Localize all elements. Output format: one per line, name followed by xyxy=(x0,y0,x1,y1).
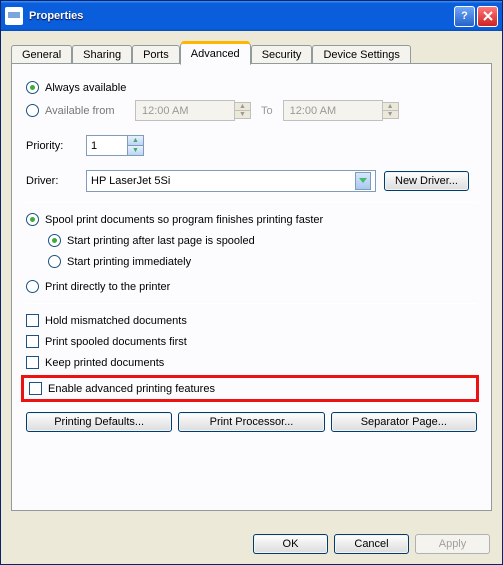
start-after-last-label: Start printing after last page is spoole… xyxy=(67,235,255,247)
highlight-enable-advanced: Enable advanced printing features xyxy=(21,375,479,402)
enable-advanced-row[interactable]: Enable advanced printing features xyxy=(29,382,471,395)
always-available-label: Always available xyxy=(45,82,126,94)
availability-always-row[interactable]: Always available xyxy=(26,81,477,94)
driver-value: HP LaserJet 5Si xyxy=(91,175,170,187)
tab-sharing[interactable]: Sharing xyxy=(72,45,132,64)
to-label: To xyxy=(261,105,273,117)
tab-device-settings[interactable]: Device Settings xyxy=(312,45,410,64)
driver-label: Driver: xyxy=(26,175,86,187)
separator-page-button[interactable]: Separator Page... xyxy=(331,412,477,432)
spool-label: Spool print documents so program finishe… xyxy=(45,214,323,226)
start-immediately-row[interactable]: Start printing immediately xyxy=(48,255,477,268)
radio-start-after-last[interactable] xyxy=(48,234,61,247)
tab-strip: General Sharing Ports Advanced Security … xyxy=(11,39,492,63)
spool-row[interactable]: Spool print documents so program finishe… xyxy=(26,213,477,226)
checkbox-hold-mismatched[interactable] xyxy=(26,314,39,327)
keep-printed-label: Keep printed documents xyxy=(45,357,164,369)
priority-input[interactable] xyxy=(87,136,127,155)
print-processor-button[interactable]: Print Processor... xyxy=(178,412,324,432)
priority-up[interactable]: ▲ xyxy=(127,136,143,146)
priority-label: Priority: xyxy=(26,140,86,152)
printer-icon xyxy=(5,7,23,25)
time-from-spinner: ▲▼ xyxy=(235,102,251,119)
tab-general[interactable]: General xyxy=(11,45,72,64)
start-after-last-row[interactable]: Start printing after last page is spoole… xyxy=(48,234,477,247)
help-button[interactable]: ? xyxy=(454,6,475,27)
priority-spinner[interactable]: ▲▼ xyxy=(86,135,144,156)
bottom-button-row: Printing Defaults... Print Processor... … xyxy=(26,412,477,432)
print-spooled-first-row[interactable]: Print spooled documents first xyxy=(26,335,477,348)
properties-dialog: Properties ? General Sharing Ports Advan… xyxy=(0,0,503,565)
printing-defaults-button[interactable]: Printing Defaults... xyxy=(26,412,172,432)
hold-mismatched-row[interactable]: Hold mismatched documents xyxy=(26,314,477,327)
tab-ports[interactable]: Ports xyxy=(132,45,180,64)
advanced-panel: Always available Available from 12:00 AM… xyxy=(11,63,492,511)
radio-available-from[interactable] xyxy=(26,104,39,117)
new-driver-button[interactable]: New Driver... xyxy=(384,171,469,191)
chevron-down-icon xyxy=(355,172,371,190)
priority-down[interactable]: ▼ xyxy=(127,146,143,155)
dialog-button-row: OK Cancel Apply xyxy=(253,534,490,554)
driver-select[interactable]: HP LaserJet 5Si xyxy=(86,170,376,192)
radio-start-immediately[interactable] xyxy=(48,255,61,268)
checkbox-keep-printed[interactable] xyxy=(26,356,39,369)
checkbox-print-spooled-first[interactable] xyxy=(26,335,39,348)
hold-mismatched-label: Hold mismatched documents xyxy=(45,315,187,327)
print-direct-label: Print directly to the printer xyxy=(45,281,170,293)
titlebar[interactable]: Properties ? xyxy=(1,1,502,31)
enable-advanced-label: Enable advanced printing features xyxy=(48,383,215,395)
keep-printed-row[interactable]: Keep printed documents xyxy=(26,356,477,369)
checkbox-enable-advanced[interactable] xyxy=(29,382,42,395)
radio-spool[interactable] xyxy=(26,213,39,226)
time-from-field: 12:00 AM xyxy=(135,100,235,121)
radio-print-direct[interactable] xyxy=(26,280,39,293)
start-immediately-label: Start printing immediately xyxy=(67,256,191,268)
ok-button[interactable]: OK xyxy=(253,534,328,554)
tab-security[interactable]: Security xyxy=(251,45,313,64)
apply-button: Apply xyxy=(415,534,490,554)
time-to-spinner: ▲▼ xyxy=(383,102,399,119)
available-from-label: Available from xyxy=(45,105,135,117)
tab-advanced[interactable]: Advanced xyxy=(180,43,251,65)
print-direct-row[interactable]: Print directly to the printer xyxy=(26,280,477,293)
print-spooled-first-label: Print spooled documents first xyxy=(45,336,187,348)
availability-from-row[interactable]: Available from 12:00 AM ▲▼ To 12:00 AM ▲… xyxy=(26,100,477,121)
time-to-field: 12:00 AM xyxy=(283,100,383,121)
close-button[interactable] xyxy=(477,6,498,27)
cancel-button[interactable]: Cancel xyxy=(334,534,409,554)
radio-always-available[interactable] xyxy=(26,81,39,94)
window-title: Properties xyxy=(29,10,452,22)
